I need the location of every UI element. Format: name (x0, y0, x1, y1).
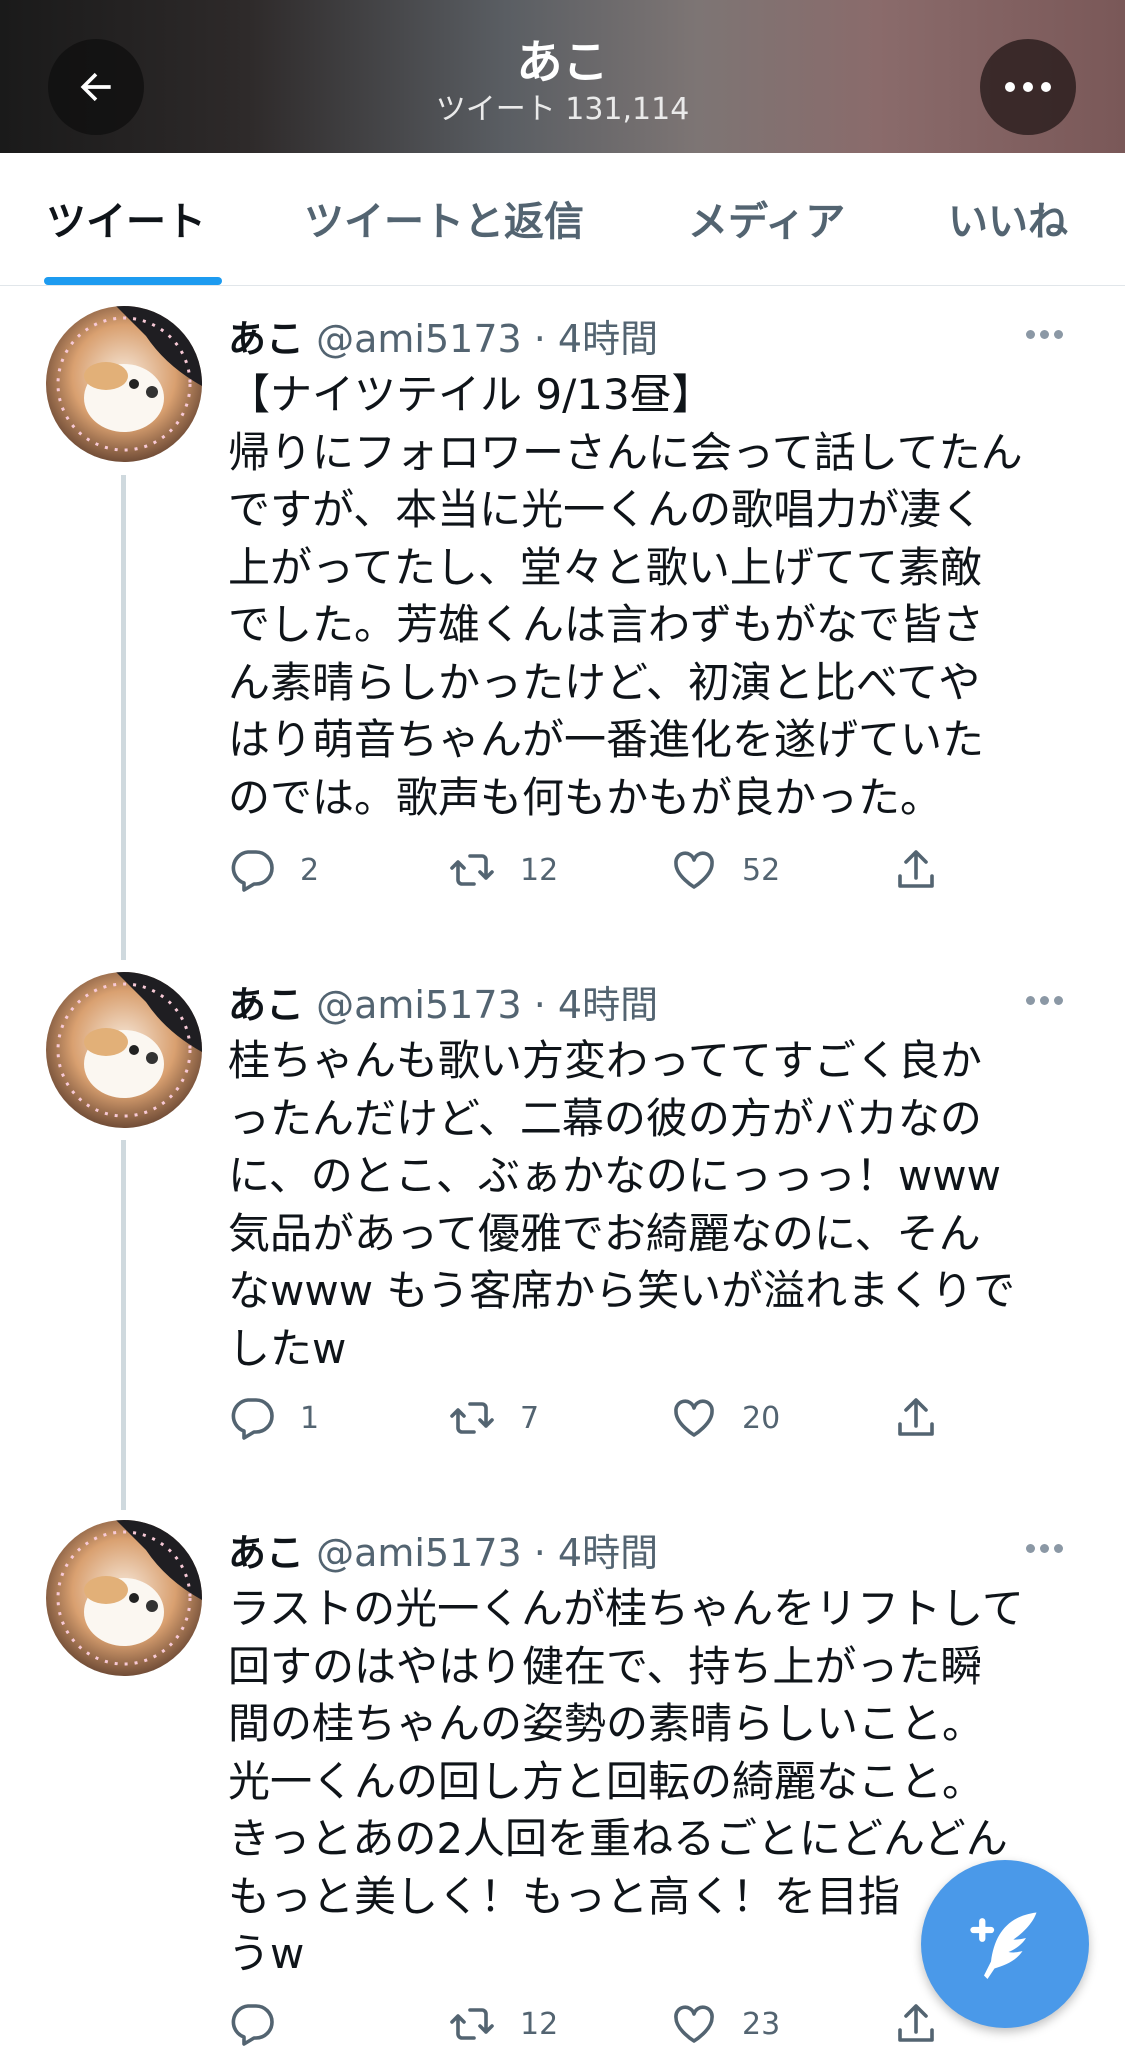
tweet-more-icon[interactable] (1026, 1538, 1068, 1557)
retweet-icon (450, 854, 494, 886)
tab-tweets-and-replies[interactable]: ツイートと返信 (304, 189, 584, 247)
like-count: 20 (742, 1400, 781, 1436)
more-icon (1005, 82, 1051, 92)
share-button[interactable] (892, 1394, 940, 1442)
reply-button[interactable]: 1 (228, 1394, 319, 1442)
reply-button[interactable]: 2 (228, 846, 319, 894)
compose-tweet-button[interactable] (921, 1860, 1089, 2028)
reply-button[interactable] (228, 2000, 276, 2048)
retweet-button[interactable]: 12 (448, 846, 558, 894)
like-button[interactable]: 52 (670, 846, 780, 894)
author-name[interactable]: あこ (228, 317, 304, 361)
reply-count: 1 (300, 1400, 320, 1436)
tweet-text: 【ナイツテイル 9/13昼】 帰りにフォロワーさんに会って話してたん ですが、本当に… (228, 370, 1023, 822)
avatar[interactable] (46, 972, 202, 1128)
author-handle-time: @ami5173 · 4時間 (316, 1531, 659, 1575)
profile-tabs: ツイート ツイートと返信 メディア いいね (0, 153, 1125, 286)
like-button[interactable]: 20 (670, 1394, 780, 1442)
heart-icon (674, 1399, 714, 1437)
tweet-more-icon[interactable] (1026, 324, 1068, 343)
profile-header: あこ ツイート 131,114 (0, 0, 1125, 153)
profile-name: あこ (516, 35, 609, 89)
tab-likes[interactable]: いいね (948, 189, 1068, 247)
like-button[interactable]: 23 (670, 2000, 780, 2048)
avatar[interactable] (46, 306, 202, 462)
retweet-button[interactable]: 12 (448, 2000, 558, 2048)
share-icon (898, 2004, 934, 2042)
author-name[interactable]: あこ (228, 983, 304, 1027)
retweet-icon (450, 2008, 494, 2040)
like-count: 52 (742, 852, 781, 888)
retweet-count: 12 (520, 852, 559, 888)
like-count: 23 (742, 2006, 781, 2042)
reply-icon (231, 2004, 274, 2046)
share-icon (898, 850, 934, 888)
reply-icon (231, 1398, 274, 1440)
author-name[interactable]: あこ (228, 1531, 304, 1575)
active-tab-indicator (44, 277, 222, 285)
tweet-header: あこ @ami5173 · 4時間 (228, 308, 658, 363)
thread-line (121, 475, 126, 960)
reply-icon (231, 850, 274, 892)
tweet-count: ツイート 131,114 (435, 92, 690, 127)
retweet-count: 7 (520, 1400, 540, 1436)
share-icon (898, 1398, 934, 1436)
retweet-button[interactable]: 7 (448, 1394, 539, 1442)
retweet-icon (450, 1402, 494, 1434)
author-handle-time: @ami5173 · 4時間 (316, 317, 659, 361)
thread-line (121, 1140, 126, 1510)
share-button[interactable] (892, 846, 940, 894)
reply-count: 2 (300, 852, 320, 888)
tweet-more-icon[interactable] (1026, 990, 1068, 1009)
share-button[interactable] (892, 2000, 940, 2048)
heart-icon (674, 2005, 714, 2043)
tab-media[interactable]: メディア (688, 189, 845, 247)
avatar[interactable] (46, 1520, 202, 1676)
tweet-header: あこ @ami5173 · 4時間 (228, 1522, 658, 1577)
compose-icon (970, 1912, 1037, 1979)
tweet-header: あこ @ami5173 · 4時間 (228, 974, 658, 1029)
tweet-text: 桂ちゃんも歌い方変わっててすごく良か ったんだけど、二幕の彼の方がバカなの に、のと… (228, 1036, 1016, 1373)
retweet-count: 12 (520, 2006, 559, 2042)
author-handle-time: @ami5173 · 4時間 (316, 983, 659, 1027)
more-button[interactable] (980, 39, 1076, 135)
heart-icon (674, 851, 714, 889)
tab-tweets[interactable]: ツイート (46, 189, 206, 247)
